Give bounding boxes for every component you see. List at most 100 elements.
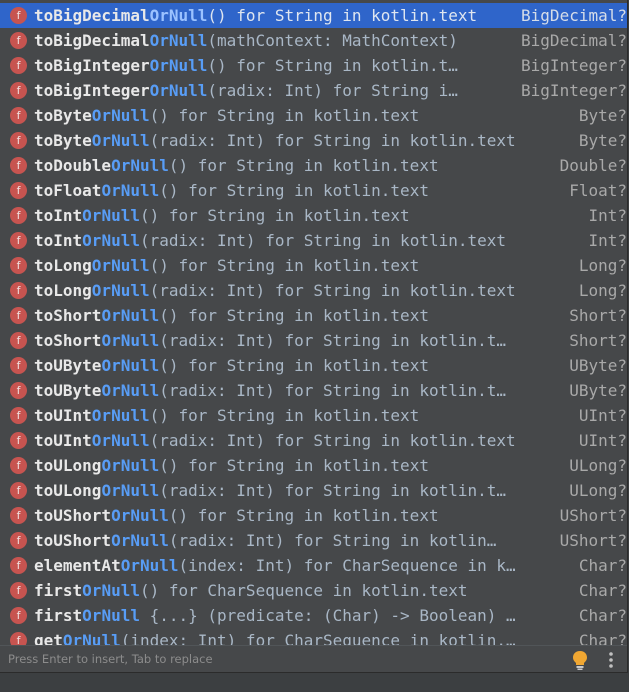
completion-item[interactable]: f toBigDecimalOrNull(mathContext: MathCon… — [0, 28, 627, 53]
function-signature: () for CharSequence in kotlin.text — [139, 581, 468, 600]
function-name: toUIntOrNull — [34, 406, 150, 425]
completion-item[interactable]: f toByteOrNull(radix: Int) for String in … — [0, 128, 627, 153]
function-icon: f — [10, 207, 27, 224]
return-type: UShort? — [549, 528, 627, 553]
name-prefix: toBigInteger — [34, 81, 150, 100]
completion-item[interactable]: f toULongOrNull(radix: Int) for String in… — [0, 478, 627, 503]
name-prefix: first — [34, 581, 83, 600]
name-prefix: toUShort — [34, 506, 112, 525]
function-icon: f — [10, 32, 27, 49]
completion-item[interactable]: f firstOrNull {...} (predicate: (Char) ->… — [0, 603, 627, 628]
status-bar: Press Enter to insert, Tab to replace — [0, 645, 627, 672]
function-icon: f — [10, 607, 27, 624]
return-type: BigInteger? — [511, 53, 627, 78]
name-prefix: elementAt — [34, 556, 121, 575]
completion-item-label: getOrNull(index: Int) for CharSequence i… — [34, 628, 516, 645]
function-icon: f — [10, 382, 27, 399]
function-signature: () for String in kotlin.text — [149, 256, 420, 275]
function-name: toUIntOrNull — [34, 431, 150, 450]
completion-item[interactable]: f toByteOrNull() for String in kotlin.tex… — [0, 103, 627, 128]
completion-item[interactable]: f toULongOrNull() for String in kotlin.te… — [0, 453, 627, 478]
completion-item[interactable]: f toFloatOrNull() for String in kotlin.te… — [0, 178, 627, 203]
name-prefix: toShort — [34, 331, 102, 350]
function-icon: f — [10, 482, 27, 499]
completion-item-label: toShortOrNull(radix: Int) for String in … — [34, 328, 506, 353]
completion-item-label: toByteOrNull() for String in kotlin.text — [34, 103, 419, 128]
scrollbar[interactable] — [619, 0, 627, 645]
name-prefix: toUInt — [34, 431, 92, 450]
completion-item[interactable]: f toUByteOrNull() for String in kotlin.te… — [0, 353, 627, 378]
completion-item[interactable]: f firstOrNull() for CharSequence in kotli… — [0, 578, 627, 603]
function-signature: (radix: Int) for String in kotlin.t… — [159, 481, 507, 500]
name-prefix: toBigDecimal — [34, 31, 150, 50]
function-signature: {...} (predicate: (Char) -> Boolean) … — [139, 606, 516, 625]
name-match: OrNull — [149, 81, 208, 100]
name-prefix: toULong — [34, 481, 102, 500]
function-icon: f — [10, 7, 27, 24]
completion-item[interactable]: f toBigIntegerOrNull(radix: Int) for Stri… — [0, 78, 627, 103]
name-prefix: toBigInteger — [34, 56, 150, 75]
completion-item[interactable]: f toDoubleOrNull() for String in kotlin.t… — [0, 153, 627, 178]
name-prefix: toUShort — [34, 531, 112, 550]
completion-item[interactable]: f toUByteOrNull(radix: Int) for String in… — [0, 378, 627, 403]
more-vertical-icon[interactable] — [604, 650, 618, 670]
function-icon: f — [10, 257, 27, 274]
function-name: firstOrNull — [34, 581, 140, 600]
name-match: OrNull — [101, 331, 160, 350]
function-icon: f — [10, 582, 27, 599]
function-name: firstOrNull — [34, 606, 140, 625]
function-signature: (radix: Int) for String in kotlin… — [168, 531, 497, 550]
completion-item[interactable]: f toUShortOrNull(radix: Int) for String i… — [0, 528, 627, 553]
return-type: Short? — [559, 303, 627, 328]
completion-item[interactable]: f toUIntOrNull(radix: Int) for String in … — [0, 428, 627, 453]
function-signature: () for String in kotlin.text — [168, 156, 439, 175]
function-icon: f — [10, 407, 27, 424]
name-prefix: get — [34, 631, 63, 645]
completion-item-label: toBigIntegerOrNull() for String in kotli… — [34, 53, 458, 78]
completion-list: f toBigDecimalOrNull() for String in kotl… — [0, 3, 627, 645]
completion-item[interactable]: f toBigDecimalOrNull() for String in kotl… — [0, 3, 627, 28]
function-icon: f — [10, 82, 27, 99]
completion-item-label: toDoubleOrNull() for String in kotlin.te… — [34, 153, 439, 178]
name-prefix: toInt — [34, 231, 83, 250]
name-match: OrNull — [111, 506, 169, 525]
completion-item[interactable]: f toIntOrNull(radix: Int) for String in k… — [0, 228, 627, 253]
completion-item-label: firstOrNull() for CharSequence in kotlin… — [34, 578, 467, 603]
function-icon: f — [10, 557, 27, 574]
completion-item-label: toUByteOrNull() for String in kotlin.tex… — [34, 353, 429, 378]
name-prefix: toLong — [34, 281, 92, 300]
return-type: Double? — [549, 153, 627, 178]
completion-item[interactable]: f toLongOrNull(radix: Int) for String in … — [0, 278, 627, 303]
function-name: toBigDecimalOrNull — [34, 31, 207, 50]
completion-item[interactable]: f toUShortOrNull() for String in kotlin.t… — [0, 503, 627, 528]
completion-item[interactable]: f toBigIntegerOrNull() for String in kotl… — [0, 53, 627, 78]
name-prefix: toUByte — [34, 381, 102, 400]
name-prefix: toDouble — [34, 156, 112, 175]
name-prefix: toByte — [34, 106, 92, 125]
function-icon: f — [10, 507, 27, 524]
function-icon: f — [10, 307, 27, 324]
bulb-icon[interactable] — [570, 649, 590, 671]
name-match: OrNull — [101, 456, 160, 475]
completion-item[interactable]: f toShortOrNull() for String in kotlin.te… — [0, 303, 627, 328]
function-signature: (radix: Int) for String in kotlin.text — [149, 131, 516, 150]
function-icon: f — [10, 57, 27, 74]
function-icon: f — [10, 457, 27, 474]
function-icon: f — [10, 632, 27, 645]
function-name: toShortOrNull — [34, 331, 159, 350]
completion-item[interactable]: f toLongOrNull() for String in kotlin.tex… — [0, 253, 627, 278]
name-match: OrNull — [91, 406, 150, 425]
completion-item[interactable]: f toUIntOrNull() for String in kotlin.tex… — [0, 403, 627, 428]
completion-item-label: toFloatOrNull() for String in kotlin.tex… — [34, 178, 429, 203]
name-match: OrNull — [149, 31, 208, 50]
completion-item[interactable]: f toIntOrNull() for String in kotlin.text… — [0, 203, 627, 228]
completion-item[interactable]: f toShortOrNull(radix: Int) for String in… — [0, 328, 627, 353]
return-type: ULong? — [559, 453, 627, 478]
function-signature: (radix: Int) for String in kotlin.text — [149, 431, 516, 450]
function-name: toUShortOrNull — [34, 506, 169, 525]
completion-item-label: toBigDecimalOrNull(mathContext: MathCont… — [34, 28, 458, 53]
completion-item[interactable]: f elementAtOrNull(index: Int) for CharSeq… — [0, 553, 627, 578]
completion-item[interactable]: f getOrNull(index: Int) for CharSequence … — [0, 628, 627, 645]
name-match: OrNull — [91, 431, 150, 450]
name-prefix: toInt — [34, 206, 83, 225]
